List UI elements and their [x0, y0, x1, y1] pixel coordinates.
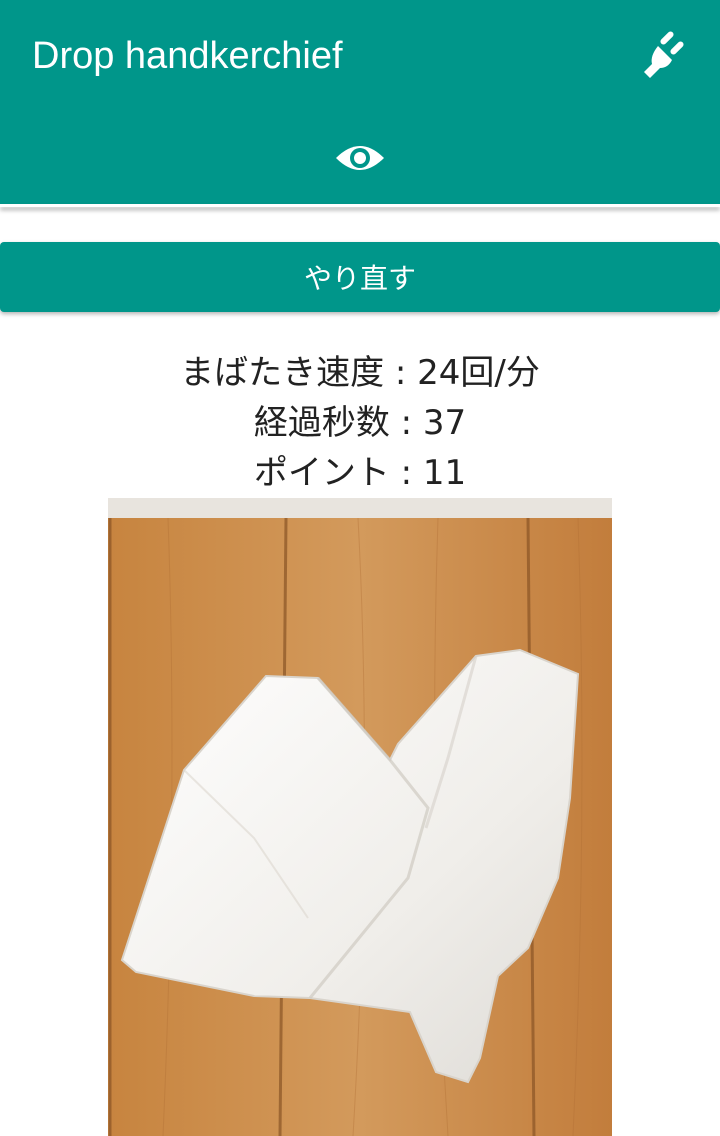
stats-panel: まばたき速度 : 24回/分 経過秒数 : 37 ポイント : 11 — [0, 348, 720, 498]
points-text: ポイント : 11 — [253, 453, 467, 493]
eye-icon — [336, 146, 384, 170]
tab-eye[interactable] — [320, 132, 400, 184]
blink-rate-text: まばたき速度 : 24回/分 — [180, 353, 540, 393]
handkerchief-image — [108, 498, 612, 1136]
app-bar: Drop handkerchief — [0, 0, 720, 204]
connect-button[interactable] — [632, 22, 696, 86]
retry-button[interactable]: やり直す — [0, 242, 720, 312]
elapsed-seconds-text: 経過秒数 : 37 — [253, 403, 467, 443]
tab-indicator — [0, 204, 720, 207]
power-plug-icon — [644, 31, 684, 78]
app-title: Drop handkerchief — [32, 35, 343, 77]
